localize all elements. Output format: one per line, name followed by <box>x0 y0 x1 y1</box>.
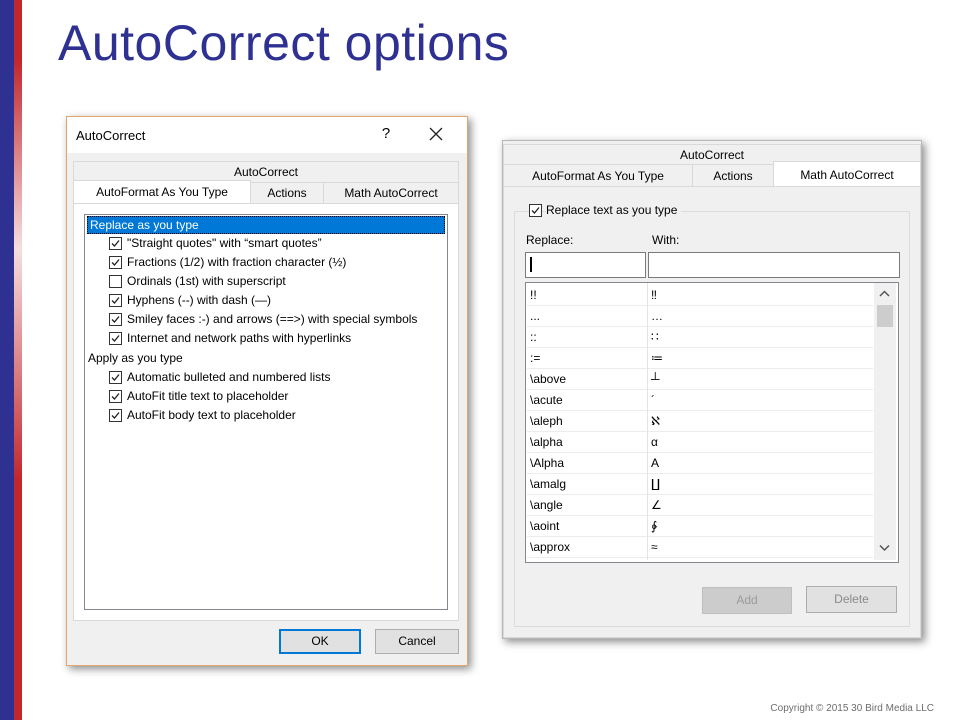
table-cell-with[interactable]: ∐ <box>648 474 873 495</box>
list-item[interactable]: Fractions (1/2) with fraction character … <box>85 253 445 272</box>
copyright-text: Copyright © 2015 30 Bird Media LLC <box>770 703 934 714</box>
tab-panel: Replace as you type "Straight quotes" wi… <box>73 203 459 621</box>
item-label: AutoFit body text to placeholder <box>127 408 296 422</box>
checkbox-straight-quotes[interactable] <box>109 237 122 250</box>
item-label: AutoFit title text to placeholder <box>127 389 289 403</box>
table-cell-with[interactable]: ℵ <box>648 411 873 432</box>
checkbox-bulleted-lists[interactable] <box>109 371 122 384</box>
slide-title: AutoCorrect options <box>58 15 510 71</box>
with-field-label: With: <box>652 233 680 247</box>
checkbox-hyperlinks[interactable] <box>109 332 122 345</box>
group-header-replace[interactable]: Replace as you type <box>87 216 445 234</box>
autocorrect-dialog-autoformat: AutoCorrect ? AutoCorrect AutoFormat As … <box>66 116 468 666</box>
tab-actions[interactable]: Actions <box>250 182 324 204</box>
table-cell-with[interactable]: ≈ <box>648 537 873 558</box>
chevron-down-icon[interactable] <box>876 539 893 556</box>
dialog-title: AutoCorrect <box>76 128 146 143</box>
list-item[interactable]: Hyphens (--) with dash (—) <box>85 291 445 310</box>
checkbox-hyphens[interactable] <box>109 294 122 307</box>
math-tab-panel: Replace text as you type Replace: With: … <box>503 186 921 638</box>
checkbox-autofit-body[interactable] <box>109 409 122 422</box>
autoformat-options-list[interactable]: Replace as you type "Straight quotes" wi… <box>84 214 448 610</box>
table-cell-with[interactable]: ┴ <box>648 369 873 390</box>
table-cell-with[interactable]: ∠ <box>648 495 873 516</box>
item-label: Internet and network paths with hyperlin… <box>127 331 352 345</box>
tab-math-autocorrect[interactable]: Math AutoCorrect <box>323 182 459 204</box>
tab-math-autocorrect[interactable]: Math AutoCorrect <box>773 161 921 188</box>
dialog-titlebar: AutoCorrect ? <box>67 117 467 153</box>
table-cell-with[interactable]: ∳ <box>648 516 873 537</box>
table-cell-replace[interactable]: \above <box>527 369 647 390</box>
scrollbar-thumb[interactable] <box>877 305 893 327</box>
math-autocorrect-table[interactable]: !! ‼...…:: ∷:= ≔ \above ┴ \acute ´ \aleph ℵ \alpha… <box>525 282 899 563</box>
list-item[interactable]: Ordinals (1st) with superscript <box>85 272 445 291</box>
with-input[interactable] <box>648 252 900 278</box>
checkbox-replace-text[interactable] <box>529 204 542 217</box>
table-cell-with[interactable]: ∷ <box>648 327 873 348</box>
item-label: "Straight quotes" with “smart quotes” <box>127 236 322 250</box>
table-cell-replace[interactable]: \acute <box>527 390 647 411</box>
tab-autoformat-as-you-type[interactable]: AutoFormat As You Type <box>503 164 693 188</box>
tab-actions[interactable]: Actions <box>692 164 774 188</box>
table-cell-replace[interactable]: \aoint <box>527 516 647 537</box>
left-accent-bar-blue <box>0 0 14 720</box>
table-cell-replace[interactable]: ... <box>527 306 647 327</box>
checkbox-smiley-faces[interactable] <box>109 313 122 326</box>
text-caret <box>530 257 532 272</box>
list-item[interactable]: AutoFit body text to placeholder <box>85 406 445 425</box>
table-cell-replace[interactable]: := <box>527 348 647 369</box>
vertical-scrollbar[interactable] <box>874 283 896 560</box>
table-cell-with[interactable]: Α <box>648 453 873 474</box>
autocorrect-dialog-math: AutoCorrect AutoFormat As You Type Actio… <box>502 140 922 639</box>
table-cell-with[interactable]: … <box>648 306 873 327</box>
item-label: Ordinals (1st) with superscript <box>127 274 286 288</box>
replace-field-label: Replace: <box>526 233 574 247</box>
table-cell-with[interactable]: ‼ <box>648 285 873 306</box>
add-button[interactable]: Add <box>702 587 792 614</box>
tab-autocorrect[interactable]: AutoCorrect <box>73 161 459 182</box>
checkbox-autofit-title[interactable] <box>109 390 122 403</box>
list-item[interactable]: "Straight quotes" with “smart quotes” <box>85 234 445 253</box>
list-item[interactable]: Internet and network paths with hyperlin… <box>85 329 445 348</box>
table-cell-replace[interactable]: :: <box>527 327 647 348</box>
group-header-apply[interactable]: Apply as you type <box>85 349 183 368</box>
table-cell-replace[interactable]: \aleph <box>527 411 647 432</box>
close-icon[interactable] <box>423 122 449 146</box>
list-item[interactable]: Automatic bulleted and numbered lists <box>85 368 445 387</box>
item-label: Automatic bulleted and numbered lists <box>127 370 331 384</box>
table-cell-replace[interactable]: \Alpha <box>527 453 647 474</box>
table-cell-replace[interactable]: \approx <box>527 537 647 558</box>
item-label: Smiley faces :-) and arrows (==>) with s… <box>127 312 418 326</box>
item-label: Hyphens (--) with dash (—) <box>127 293 272 307</box>
table-cell-replace[interactable]: !! <box>527 285 647 306</box>
table-cell-replace[interactable]: \angle <box>527 495 647 516</box>
help-button[interactable]: ? <box>376 125 396 142</box>
table-cell-with[interactable]: ´ <box>648 390 873 411</box>
delete-button[interactable]: Delete <box>806 586 897 613</box>
item-label: Fractions (1/2) with fraction character … <box>127 255 347 269</box>
ok-button[interactable]: OK <box>279 629 361 654</box>
cancel-button[interactable]: Cancel <box>375 629 459 654</box>
table-cell-replace[interactable]: \alpha <box>527 432 647 453</box>
replace-input[interactable] <box>525 252 646 278</box>
list-item[interactable]: Smiley faces :-) and arrows (==>) with s… <box>85 310 445 329</box>
chevron-up-icon[interactable] <box>876 285 893 302</box>
replace-text-label: Replace text as you type <box>546 203 682 217</box>
table-cell-with[interactable]: α <box>648 432 873 453</box>
left-accent-highlight <box>14 60 22 480</box>
checkbox-ordinals[interactable] <box>109 275 122 288</box>
tab-autoformat-as-you-type[interactable]: AutoFormat As You Type <box>73 180 251 205</box>
table-cell-replace[interactable]: \amalg <box>527 474 647 495</box>
list-item[interactable]: AutoFit title text to placeholder <box>85 387 445 406</box>
table-cell-with[interactable]: ≔ <box>648 348 873 369</box>
checkbox-fractions[interactable] <box>109 256 122 269</box>
